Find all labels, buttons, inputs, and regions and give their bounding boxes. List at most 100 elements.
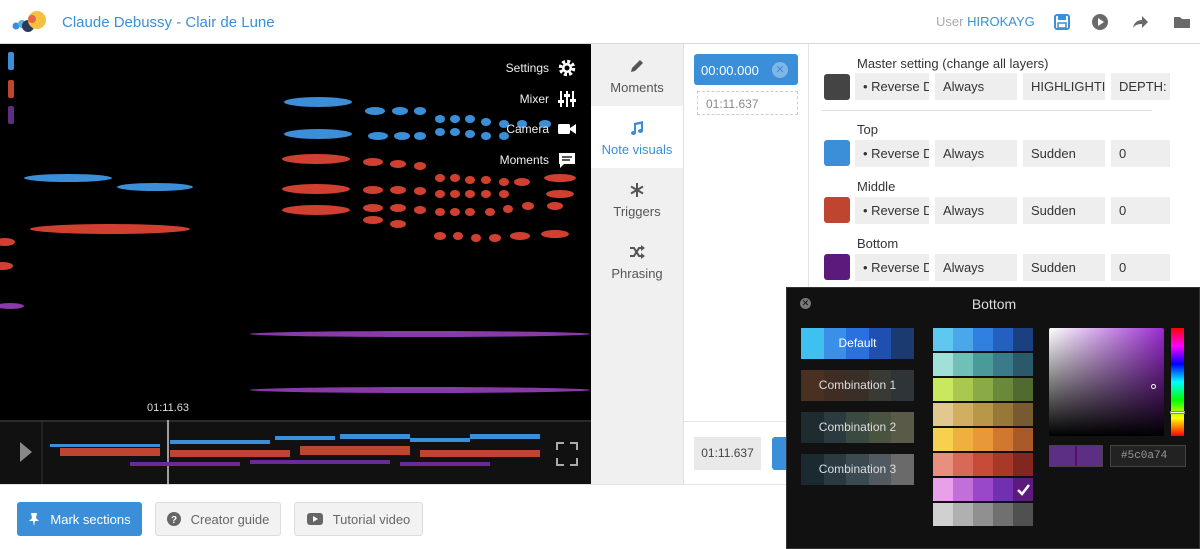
sv-picker-handle[interactable] bbox=[1151, 384, 1156, 389]
tutorial-video-button[interactable]: Tutorial video bbox=[294, 502, 423, 536]
palette-swatch[interactable] bbox=[1013, 428, 1033, 451]
palette-swatch[interactable] bbox=[933, 453, 953, 476]
layer-bottom-depth-input[interactable]: 0 bbox=[1111, 254, 1170, 281]
layer-bottom-timing-select[interactable]: Always bbox=[935, 254, 1017, 281]
palette-swatch[interactable] bbox=[933, 503, 953, 526]
palette-row bbox=[933, 503, 1033, 526]
timeline-scrubber[interactable] bbox=[0, 420, 591, 484]
palette-swatch[interactable] bbox=[933, 428, 953, 451]
palette-swatch[interactable] bbox=[933, 478, 953, 501]
master-depth-input[interactable]: DEPTH: bbox=[1111, 73, 1170, 100]
tab-moments[interactable]: Moments bbox=[591, 44, 683, 106]
combination-2-label: Combination 2 bbox=[818, 420, 897, 434]
palette-swatch[interactable] bbox=[973, 478, 993, 501]
palette-swatch[interactable] bbox=[993, 378, 1013, 401]
palette-swatch[interactable] bbox=[933, 328, 953, 351]
combination-2[interactable]: Combination 2 bbox=[801, 412, 914, 443]
layer-bottom-color-swatch[interactable] bbox=[824, 254, 850, 280]
palette-swatch[interactable] bbox=[1013, 378, 1033, 401]
camera-menu-item[interactable]: Camera bbox=[427, 118, 577, 140]
hue-slider[interactable] bbox=[1170, 328, 1185, 436]
palette-swatch[interactable] bbox=[973, 378, 993, 401]
saturation-value-picker[interactable] bbox=[1049, 328, 1164, 436]
tab-triggers[interactable]: Triggers bbox=[591, 168, 683, 230]
palette-swatch[interactable] bbox=[933, 353, 953, 376]
remove-moment-icon[interactable]: ✕ bbox=[772, 62, 788, 78]
hue-slider-thumb[interactable] bbox=[1170, 411, 1185, 414]
palette-swatch[interactable] bbox=[973, 403, 993, 426]
svg-text:?: ? bbox=[171, 515, 177, 526]
palette-swatch[interactable] bbox=[973, 428, 993, 451]
layer-top-color-swatch[interactable] bbox=[824, 140, 850, 166]
app-logo[interactable] bbox=[10, 8, 50, 36]
layer-middle-depth-input[interactable]: 0 bbox=[1111, 197, 1170, 224]
folder-icon[interactable] bbox=[1172, 12, 1192, 32]
share-icon[interactable] bbox=[1130, 12, 1150, 32]
palette-swatch[interactable] bbox=[1013, 503, 1033, 526]
layer-indicator-bottom bbox=[8, 106, 14, 124]
palette-swatch[interactable] bbox=[993, 328, 1013, 351]
settings-menu-item[interactable]: Settings bbox=[427, 57, 577, 79]
palette-swatch[interactable] bbox=[993, 353, 1013, 376]
palette-swatch[interactable] bbox=[1013, 328, 1033, 351]
mixer-menu-item[interactable]: Mixer bbox=[427, 88, 577, 110]
question-icon: ? bbox=[166, 512, 181, 526]
mark-sections-button[interactable]: Mark sections bbox=[17, 502, 142, 536]
layer-top-depth-input[interactable]: 0 bbox=[1111, 140, 1170, 167]
palette-swatch[interactable] bbox=[953, 428, 973, 451]
palette-swatch[interactable] bbox=[973, 328, 993, 351]
layer-middle-timing-select[interactable]: Always bbox=[935, 197, 1017, 224]
palette-swatch[interactable] bbox=[993, 453, 1013, 476]
palette-swatch[interactable] bbox=[953, 403, 973, 426]
palette-swatch[interactable] bbox=[1013, 478, 1033, 501]
master-effect-select[interactable]: HIGHLIGHTIN bbox=[1023, 73, 1105, 100]
combination-default[interactable]: Default bbox=[801, 328, 914, 359]
palette-swatch[interactable] bbox=[953, 453, 973, 476]
palette-swatch[interactable] bbox=[953, 353, 973, 376]
tab-note-visuals[interactable]: Note visuals bbox=[591, 106, 683, 168]
play-icon[interactable] bbox=[1090, 12, 1110, 32]
layer-top-timing-select[interactable]: Always bbox=[935, 140, 1017, 167]
master-timing-select[interactable]: Always bbox=[935, 73, 1017, 100]
layer-middle-color-swatch[interactable] bbox=[824, 197, 850, 223]
song-title[interactable]: Claude Debussy - Clair de Lune bbox=[62, 14, 275, 31]
creator-guide-button[interactable]: ? Creator guide bbox=[155, 502, 281, 536]
palette-swatch[interactable] bbox=[933, 378, 953, 401]
hex-color-input[interactable]: #5c0a74 bbox=[1110, 445, 1186, 467]
video-icon bbox=[306, 513, 323, 525]
layer-middle-shape-select[interactable]: • Reverse D bbox=[855, 197, 929, 224]
visualizer-canvas[interactable]: Settings Mixer Camera Moments bbox=[0, 44, 591, 420]
layer-bottom-shape-select[interactable]: • Reverse D bbox=[855, 254, 929, 281]
layer-top-effect-select[interactable]: Sudden bbox=[1023, 140, 1105, 167]
palette-swatch[interactable] bbox=[993, 503, 1013, 526]
layer-middle-effect-select[interactable]: Sudden bbox=[1023, 197, 1105, 224]
palette-swatch[interactable] bbox=[953, 503, 973, 526]
palette-swatch[interactable] bbox=[973, 453, 993, 476]
camera-icon bbox=[558, 124, 576, 134]
palette-swatch[interactable] bbox=[1013, 403, 1033, 426]
combination-3[interactable]: Combination 3 bbox=[801, 454, 914, 485]
combination-1[interactable]: Combination 1 bbox=[801, 370, 914, 401]
palette-swatch[interactable] bbox=[973, 503, 993, 526]
palette-swatch[interactable] bbox=[993, 478, 1013, 501]
palette-swatch[interactable] bbox=[953, 328, 973, 351]
username-link[interactable]: HIROKAYG bbox=[967, 14, 1035, 29]
editor-tabs: Moments Note visuals Triggers Phrasing bbox=[591, 44, 684, 484]
moment-time-button[interactable]: 00:00.000 ✕ bbox=[694, 54, 798, 85]
moment-end-marker[interactable]: 01:11.637 bbox=[697, 91, 798, 115]
tab-phrasing[interactable]: Phrasing bbox=[591, 230, 683, 292]
master-color-swatch[interactable] bbox=[824, 74, 850, 100]
palette-swatch[interactable] bbox=[973, 353, 993, 376]
moments-menu-item[interactable]: Moments bbox=[427, 149, 577, 171]
palette-swatch[interactable] bbox=[1013, 453, 1033, 476]
palette-swatch[interactable] bbox=[953, 378, 973, 401]
palette-swatch[interactable] bbox=[1013, 353, 1033, 376]
layer-bottom-effect-select[interactable]: Sudden bbox=[1023, 254, 1105, 281]
palette-swatch[interactable] bbox=[993, 428, 1013, 451]
palette-swatch[interactable] bbox=[993, 403, 1013, 426]
palette-swatch[interactable] bbox=[953, 478, 973, 501]
save-icon[interactable] bbox=[1052, 12, 1072, 32]
layer-top-shape-select[interactable]: • Reverse D bbox=[855, 140, 929, 167]
palette-swatch[interactable] bbox=[933, 403, 953, 426]
master-shape-select[interactable]: • Reverse D bbox=[855, 73, 929, 100]
